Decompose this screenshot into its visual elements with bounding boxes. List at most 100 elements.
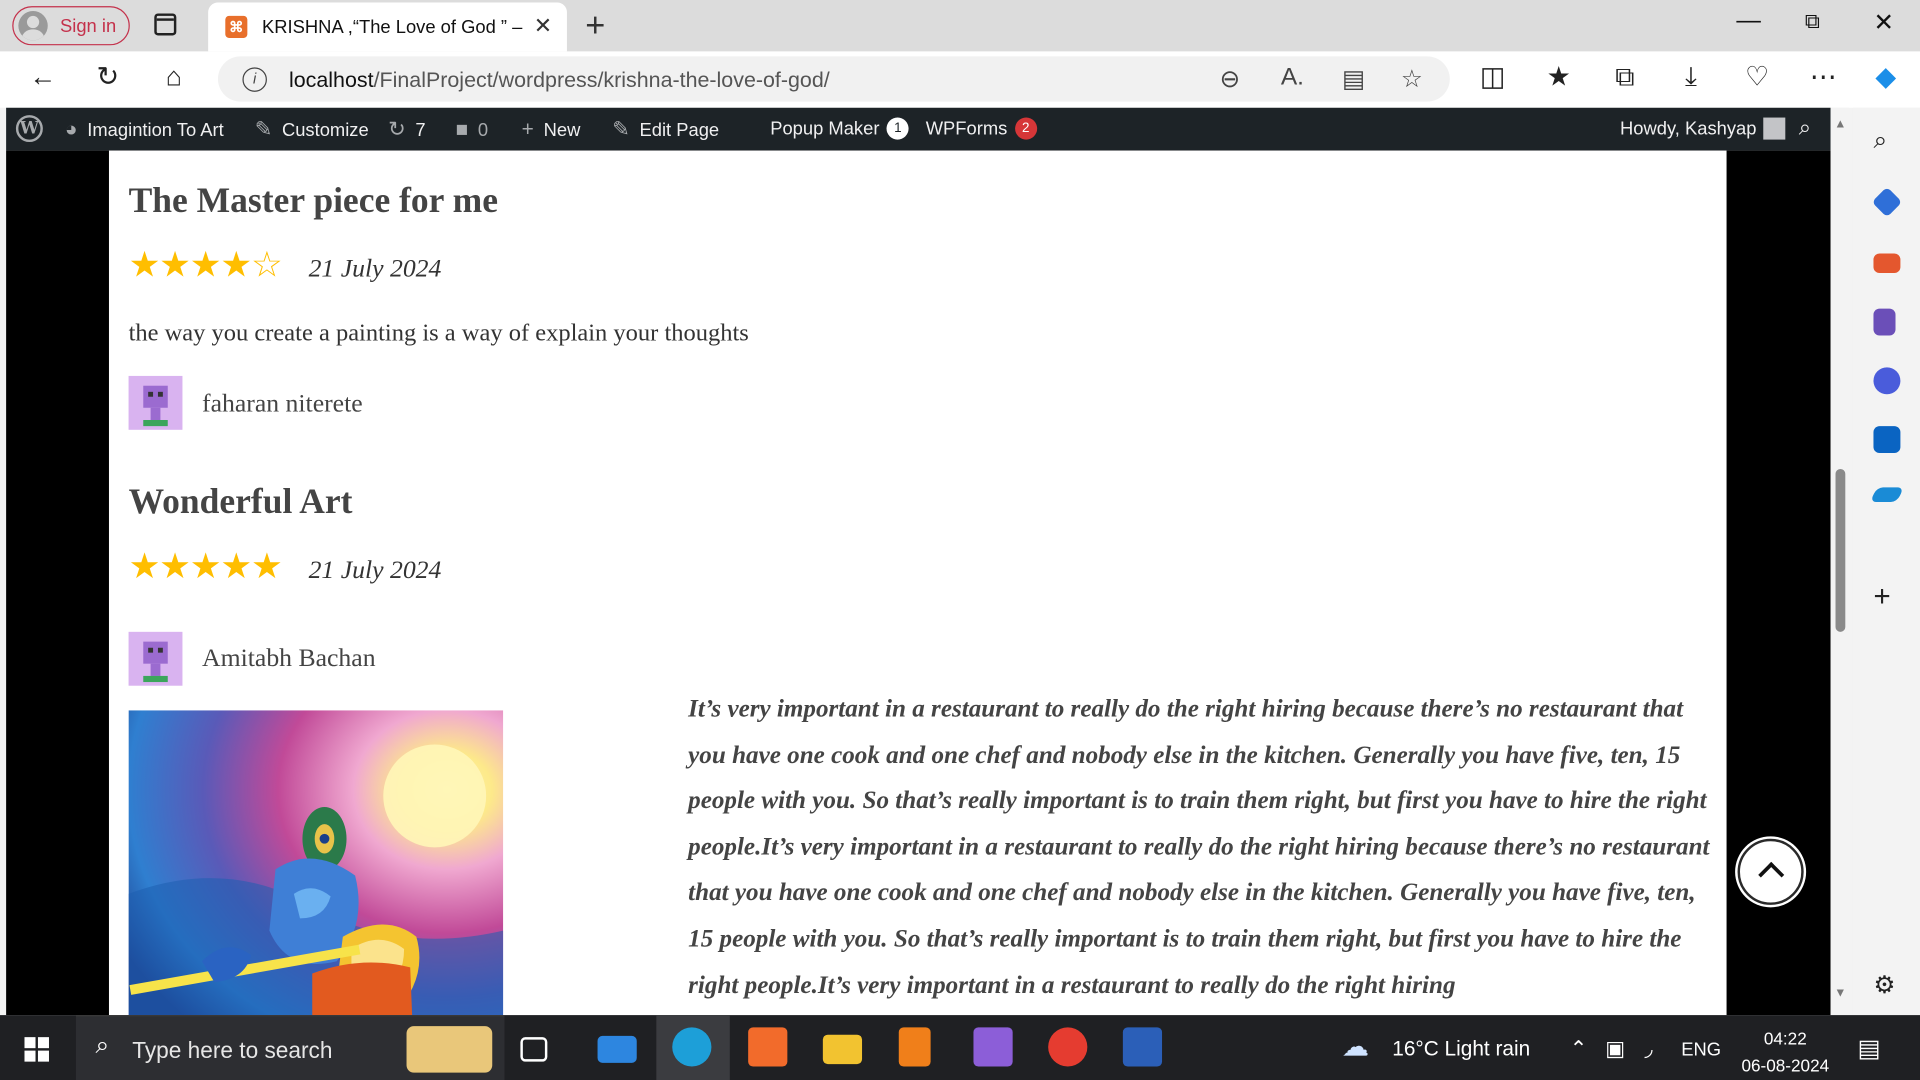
weather-cloud-icon[interactable]: ☁ — [1342, 1031, 1369, 1063]
browser-tab-active[interactable]: ⌘ KRISHNA ,“The Love of God ” – Im ✕ — [208, 2, 567, 52]
site-info-icon[interactable]: i — [242, 67, 267, 92]
edit-page-menu[interactable]: ✎ Edit Page — [612, 118, 719, 142]
new-tab-icon[interactable]: + — [585, 6, 605, 45]
task-view-icon[interactable] — [520, 1037, 548, 1062]
taskbar-clock[interactable]: 04:22 06-08-2024 — [1736, 1025, 1834, 1079]
page-scrollbar[interactable]: ▲ ▼ — [1830, 107, 1849, 1016]
reviewer-avatar — [128, 631, 183, 686]
scroll-up-icon[interactable]: ▲ — [1834, 118, 1846, 131]
file-explorer-icon[interactable] — [822, 1034, 863, 1065]
favorite-star-icon[interactable]: ☆ — [1401, 64, 1423, 95]
wpforms-badge: 2 — [1014, 117, 1037, 140]
weather-text[interactable]: 16°C Light rain — [1392, 1037, 1530, 1061]
home-icon[interactable]: ⌂ — [156, 61, 193, 93]
wifi-icon[interactable]: ◞ — [1644, 1037, 1652, 1061]
star-icon: ★ — [189, 246, 222, 286]
browser-essentials-icon[interactable]: ♡ — [1739, 61, 1776, 93]
zoom-out-icon[interactable]: ⊖ — [1220, 64, 1241, 95]
split-screen-icon[interactable]: ◫ — [1474, 61, 1511, 93]
scroll-down-icon[interactable]: ▼ — [1834, 987, 1846, 1000]
edge-sidebar: ⌕ + ⚙ — [1852, 107, 1920, 1016]
xampp-icon[interactable] — [748, 1027, 788, 1067]
close-tab-icon[interactable]: ✕ — [534, 13, 552, 39]
scroll-to-top-button[interactable] — [1737, 838, 1804, 905]
profile-icon — [18, 11, 48, 41]
search-icon: ⌕ — [95, 1032, 110, 1060]
quote-text: It’s very important in a restaurant to r… — [688, 695, 1710, 999]
visual-studio-icon[interactable] — [973, 1027, 1013, 1067]
sublime-text-icon[interactable] — [898, 1027, 931, 1067]
immersive-reader-icon[interactable]: ▤ — [1342, 64, 1365, 95]
read-aloud-icon[interactable]: A. — [1281, 64, 1304, 92]
tools-icon[interactable] — [1873, 253, 1901, 274]
taskbar-search[interactable]: ⌕ Type here to search — [75, 1015, 505, 1080]
refresh-icon[interactable]: ↻ — [89, 61, 126, 93]
new-content-menu[interactable]: + New — [522, 118, 581, 142]
notifications-icon[interactable]: ▤ — [1858, 1033, 1881, 1064]
tab-title: KRISHNA ,“The Love of God ” – Im — [262, 16, 526, 38]
review-date: 21 July 2024 — [308, 554, 442, 585]
customize-menu[interactable]: ✎ Customize — [255, 118, 369, 142]
sidebar-search-icon[interactable]: ⌕ — [1873, 127, 1900, 154]
downloads-icon[interactable]: ⤓ — [1673, 61, 1710, 93]
popup-maker-menu[interactable]: Popup Maker 1 — [770, 117, 909, 140]
star-icon: ★ — [251, 547, 283, 587]
restore-icon[interactable]: ⧉ — [1805, 10, 1820, 34]
scrollbar-thumb[interactable] — [1835, 468, 1846, 632]
back-icon[interactable]: ← — [24, 61, 61, 93]
close-window-icon[interactable]: ✕ — [1873, 7, 1894, 38]
collections-icon[interactable]: ⧉ — [1607, 61, 1644, 93]
site-name-menu[interactable]: ◕ Imagintion To Art — [65, 118, 224, 142]
reviewer-name: Amitabh Bachan — [202, 642, 376, 673]
sign-in-label: Sign in — [60, 15, 117, 37]
user-avatar — [1763, 117, 1786, 140]
games-icon[interactable] — [1873, 308, 1896, 336]
star-icon: ★ — [220, 547, 252, 587]
shopping-icon[interactable] — [1871, 186, 1903, 218]
outlook-icon[interactable] — [1873, 426, 1901, 454]
edge-icon[interactable] — [672, 1027, 712, 1067]
more-menu-icon[interactable]: ⋯ — [1805, 61, 1842, 93]
copilot-icon[interactable]: ◆ — [1867, 61, 1904, 93]
brush-icon: ✎ — [254, 117, 273, 141]
xampp-favicon-icon: ⌘ — [225, 15, 248, 38]
show-hidden-icons-icon[interactable]: ⌃ — [1570, 1037, 1587, 1061]
word-icon[interactable] — [1122, 1027, 1163, 1067]
review-title: Wonderful Art — [128, 482, 353, 522]
mail-icon[interactable] — [597, 1035, 637, 1063]
my-account-menu[interactable]: Howdy, Kashyap — [1620, 117, 1786, 140]
browser-toolbar: ← ↻ ⌂ i localhost/FinalProject/wordpress… — [0, 51, 1920, 108]
star-icon: ★ — [189, 547, 222, 587]
tab-actions-icon[interactable] — [154, 13, 177, 36]
send-icon[interactable] — [1870, 487, 1904, 503]
review-body: the way you create a painting is a way o… — [128, 319, 749, 347]
search-icon[interactable]: ⌕ — [1799, 115, 1811, 141]
minimize-icon[interactable]: — — [1736, 7, 1760, 35]
search-highlight-icon — [406, 1026, 493, 1073]
chrome-icon[interactable] — [1048, 1027, 1088, 1067]
updates-menu[interactable]: ↻ 7 — [388, 118, 425, 142]
wpforms-menu[interactable]: WPForms 2 — [926, 117, 1037, 140]
page-left-margin — [6, 150, 109, 1016]
star-rating: ★★★★☆ — [129, 244, 283, 287]
sign-in-button[interactable]: Sign in — [12, 6, 130, 46]
language-indicator[interactable]: ENG — [1681, 1040, 1721, 1061]
favorites-icon[interactable]: ★ — [1540, 61, 1577, 93]
krishna-painting-image — [128, 710, 504, 1016]
reviewer-name: faharan niterete — [202, 388, 363, 418]
settings-gear-icon[interactable]: ⚙ — [1873, 970, 1900, 999]
wordpress-logo-icon[interactable]: W — [15, 115, 43, 143]
windows-start-icon[interactable] — [24, 1037, 49, 1062]
network-icon[interactable]: ▣ — [1605, 1037, 1625, 1061]
comments-menu[interactable]: ■ 0 — [456, 118, 489, 142]
add-sidebar-app-icon[interactable]: + — [1873, 580, 1900, 613]
review-title: The Master piece for me — [128, 181, 499, 221]
url-text[interactable]: localhost/FinalProject/wordpress/krishna… — [289, 67, 830, 93]
microsoft-365-icon[interactable] — [1873, 367, 1901, 395]
comment-icon: ■ — [455, 117, 469, 141]
address-bar[interactable]: i localhost/FinalProject/wordpress/krish… — [217, 56, 1450, 102]
windows-taskbar: ⌕ Type here to search ☁ 16°C Light rain … — [0, 1015, 1920, 1080]
star-icon: ★ — [128, 547, 161, 587]
star-rating: ★★★★★ — [128, 545, 283, 588]
star-icon: ★ — [159, 246, 191, 286]
